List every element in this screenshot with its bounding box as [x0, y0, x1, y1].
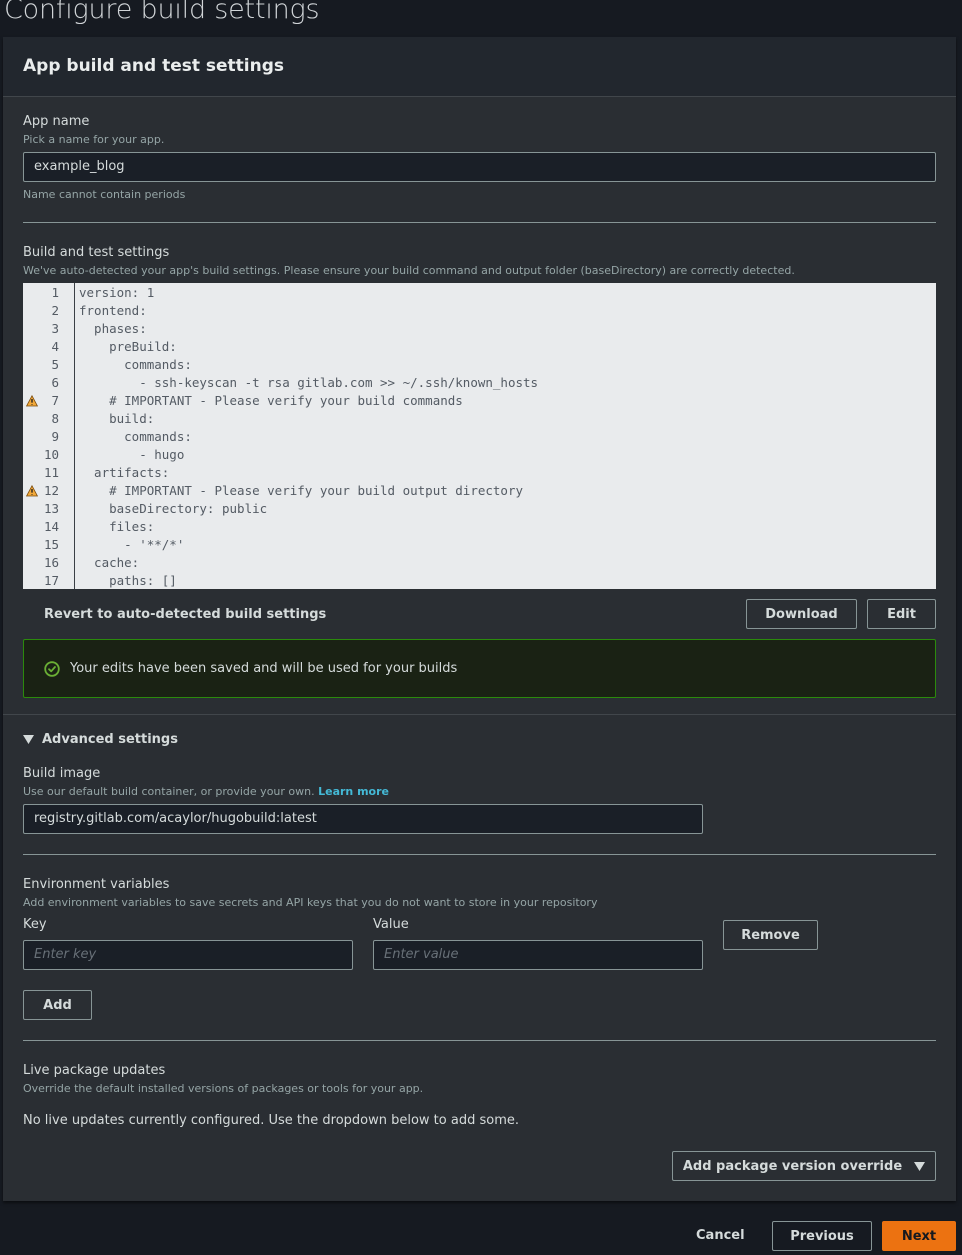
app-name-description: Pick a name for your app. [23, 133, 165, 146]
card-title: App build and test settings [23, 56, 285, 76]
success-alert: Your edits have been saved and will be u… [23, 639, 936, 698]
page-title: Configure build settings [4, 0, 320, 25]
app-name-label: App name [23, 114, 90, 129]
code-text: paths: [] [79, 573, 177, 588]
edit-button[interactable]: Edit [867, 599, 936, 629]
code-text: # IMPORTANT - Please verify your build c… [79, 393, 463, 408]
advanced-settings-toggle[interactable]: Advanced settings [23, 732, 178, 747]
code-line: 17 paths: [] [23, 572, 936, 589]
code-text: - ssh-keyscan -t rsa gitlab.com >> ~/.ss… [79, 375, 539, 390]
line-number: 3 [51, 321, 59, 336]
code-text: artifacts: [79, 465, 170, 480]
line-number: 8 [51, 411, 59, 426]
app-name-input[interactable]: example_blog [23, 152, 936, 182]
env-value-input[interactable]: Enter value [373, 940, 703, 970]
live-updates-description: Override the default installed versions … [23, 1082, 424, 1095]
section-divider [3, 714, 956, 715]
code-line: 1 version: 1 [23, 284, 936, 302]
code-line: 11 artifacts: [23, 464, 936, 482]
code-line: 14 files: [23, 518, 936, 536]
code-text: - hugo [79, 447, 185, 462]
build-settings-description: We've auto-detected your app's build set… [23, 264, 795, 277]
env-vars-label: Environment variables [23, 877, 170, 892]
code-line: 3 phases: [23, 320, 936, 338]
code-text: frontend: [79, 303, 147, 318]
add-button[interactable]: Add [23, 990, 92, 1020]
code-line: 10 - hugo [23, 446, 936, 464]
build-image-label: Build image [23, 766, 101, 781]
code-line: 9 commands: [23, 428, 936, 446]
next-button[interactable]: Next [882, 1221, 956, 1251]
live-updates-label: Live package updates [23, 1063, 166, 1078]
code-text: cache: [79, 555, 140, 570]
code-line: 15 - '**/*' [23, 536, 936, 554]
line-number: 15 [43, 537, 59, 552]
cancel-button[interactable]: Cancel [696, 1228, 745, 1243]
live-updates-empty-message: No live updates currently configured. Us… [23, 1113, 519, 1128]
code-text: build: [79, 411, 155, 426]
caret-down-icon [23, 735, 34, 744]
code-line: 7 # IMPORTANT - Please verify your build… [23, 392, 936, 410]
line-number: 7 [51, 393, 59, 408]
code-line: 13 baseDirectory: public [23, 500, 936, 518]
code-text: preBuild: [79, 339, 177, 354]
line-number: 11 [43, 465, 59, 480]
code-text: commands: [79, 429, 192, 444]
remove-button[interactable]: Remove [723, 920, 818, 950]
code-text: baseDirectory: public [79, 501, 268, 516]
build-image-description-text: Use our default build container, or prov… [23, 785, 315, 798]
value-label: Value [373, 917, 409, 932]
code-line: 12 # IMPORTANT - Please verify your buil… [23, 482, 936, 500]
code-line: 16 cache: [23, 554, 936, 572]
divider [23, 222, 936, 223]
build-settings-card: App build and test settings App name Pic… [3, 37, 956, 1201]
env-key-input[interactable]: Enter key [23, 940, 353, 970]
line-number: 1 [51, 285, 59, 300]
line-number: 10 [43, 447, 59, 462]
line-number: 16 [43, 555, 59, 570]
code-text: phases: [79, 321, 147, 336]
success-message: Your edits have been saved and will be u… [70, 661, 458, 676]
code-text: # IMPORTANT - Please verify your build o… [79, 483, 524, 498]
code-text: files: [79, 519, 155, 534]
card-header: App build and test settings [3, 37, 956, 97]
revert-button[interactable]: Revert to auto-detected build settings [44, 607, 326, 622]
code-text: version: 1 [79, 285, 155, 300]
build-image-input[interactable]: registry.gitlab.com/acaylor/hugobuild:la… [23, 804, 703, 834]
app-name-constraint: Name cannot contain periods [23, 188, 186, 201]
check-circle-icon [44, 661, 60, 677]
line-number: 14 [43, 519, 59, 534]
line-number: 5 [51, 357, 59, 372]
code-line: 2 frontend: [23, 302, 936, 320]
line-number: 13 [43, 501, 59, 516]
buildspec-code-editor[interactable]: 1 version: 1 2 frontend: 3 phases: 4 preBuild… [23, 283, 936, 589]
line-number: 17 [43, 573, 59, 588]
download-button[interactable]: Download [746, 599, 857, 629]
code-text: - '**/*' [79, 537, 185, 552]
line-number: 9 [51, 429, 59, 444]
line-number: 4 [51, 339, 59, 354]
add-package-override-dropdown[interactable]: Add package version override [672, 1151, 936, 1181]
key-label: Key [23, 917, 47, 932]
divider [23, 1040, 936, 1041]
line-number: 6 [51, 375, 59, 390]
divider [23, 854, 936, 855]
code-line: 5 commands: [23, 356, 936, 374]
build-image-description: Use our default build container, or prov… [23, 785, 389, 798]
code-line: 4 preBuild: [23, 338, 936, 356]
env-vars-description: Add environment variables to save secret… [23, 896, 598, 909]
build-settings-label: Build and test settings [23, 245, 170, 260]
line-number: 2 [51, 303, 59, 318]
line-number: 12 [43, 483, 59, 498]
learn-more-link[interactable]: Learn more [318, 785, 389, 798]
code-line: 6 - ssh-keyscan -t rsa gitlab.com >> ~/.… [23, 374, 936, 392]
previous-button[interactable]: Previous [772, 1221, 872, 1251]
code-line: 8 build: [23, 410, 936, 428]
caret-down-icon [914, 1161, 926, 1171]
dropdown-label: Add package version override [682, 1158, 903, 1174]
code-text: commands: [79, 357, 192, 372]
advanced-settings-label: Advanced settings [42, 732, 178, 747]
